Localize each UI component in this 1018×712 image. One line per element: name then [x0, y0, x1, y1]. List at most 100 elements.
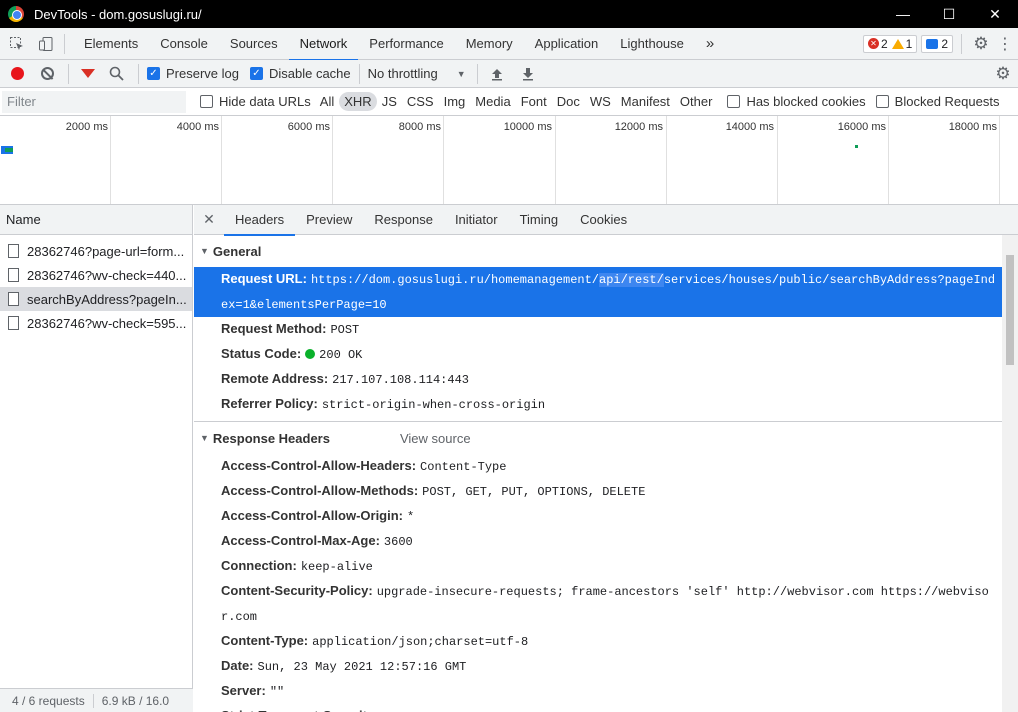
request-name: 28362746?wv-check=595...	[27, 315, 187, 331]
header-name: Access-Control-Allow-Headers:	[221, 458, 417, 473]
tab-response[interactable]: Response	[363, 205, 444, 235]
disable-cache-checkbox[interactable]: ✓	[249, 67, 263, 80]
throttling-select[interactable]: No throttling	[368, 66, 438, 81]
minimize-button[interactable]: —	[880, 0, 926, 28]
header-row: Access-Control-Max-Age: 3600	[194, 529, 1002, 554]
toolbar-separator	[138, 63, 139, 84]
filter-type-all[interactable]: All	[315, 92, 339, 111]
blocked-requests-checkbox[interactable]	[875, 95, 889, 108]
timeline-request-dot	[855, 145, 858, 148]
response-headers-list: Access-Control-Allow-Headers: Content-Typ…	[194, 454, 1002, 712]
header-value: Content-Type	[420, 460, 507, 474]
request-name: 28362746?wv-check=440...	[27, 267, 187, 283]
filter-type-css[interactable]: CSS	[402, 92, 439, 111]
header-value: 217.107.108.114:443	[332, 373, 469, 387]
request-name: 28362746?page-url=form...	[27, 243, 185, 259]
timeline-gridline	[555, 116, 556, 204]
response-headers-section-header[interactable]: ▼ Response Headers View source	[194, 422, 1002, 454]
close-detail-icon[interactable]: ✕	[194, 205, 224, 235]
close-window-button[interactable]: ✕	[972, 0, 1018, 28]
header-name: Remote Address:	[221, 371, 329, 386]
tab-initiator[interactable]: Initiator	[444, 205, 509, 235]
export-har-icon[interactable]	[517, 67, 539, 81]
header-row: Referrer Policy: strict-origin-when-cross…	[194, 392, 1002, 417]
request-row-selected[interactable]: searchByAddress?pageIn...	[0, 287, 192, 311]
vertical-scrollbar[interactable]	[1002, 235, 1018, 712]
tab-memory[interactable]: Memory	[455, 28, 524, 60]
tab-network[interactable]: Network	[288, 28, 359, 61]
request-name: searchByAddress?pageIn...	[27, 291, 187, 307]
request-row[interactable]: 28362746?page-url=form...	[0, 239, 192, 263]
settings-gear-icon[interactable]: ⚙	[970, 34, 992, 54]
filter-funnel-icon[interactable]	[81, 69, 95, 78]
clear-icon[interactable]	[41, 67, 54, 80]
filter-type-other[interactable]: Other	[675, 92, 718, 111]
header-row: Status Code: 200 OK	[194, 342, 1002, 367]
header-name: Referrer Policy:	[221, 396, 318, 411]
filter-type-img[interactable]: Img	[439, 92, 471, 111]
timeline-gridline	[999, 116, 1000, 204]
filter-type-manifest[interactable]: Manifest	[616, 92, 675, 111]
filter-type-font[interactable]: Font	[516, 92, 552, 111]
device-toolbar-icon[interactable]	[34, 36, 58, 52]
tab-performance[interactable]: Performance	[358, 28, 454, 60]
toolbar-separator	[68, 63, 69, 84]
network-settings-gear-icon[interactable]: ⚙	[988, 64, 1018, 84]
timeline-tick-label: 4000 ms	[176, 121, 219, 133]
filter-type-media[interactable]: Media	[470, 92, 515, 111]
view-source-link[interactable]: View source	[400, 431, 471, 446]
throttling-dropdown-icon[interactable]: ▼	[457, 69, 466, 79]
request-count: 4 / 6 requests	[12, 693, 85, 708]
tab-preview[interactable]: Preview	[295, 205, 363, 235]
tab-cookies[interactable]: Cookies	[569, 205, 638, 235]
scrollbar-thumb[interactable]	[1006, 255, 1014, 365]
status-separator	[92, 693, 94, 708]
import-har-icon[interactable]	[486, 67, 508, 81]
tab-application[interactable]: Application	[524, 28, 610, 60]
header-row: Date: Sun, 23 May 2021 12:57:16 GMT	[194, 654, 1002, 679]
filter-type-js[interactable]: JS	[377, 92, 402, 111]
request-row[interactable]: 28362746?wv-check=595...	[0, 311, 192, 335]
inspect-element-icon[interactable]	[0, 36, 34, 52]
tab-elements[interactable]: Elements	[73, 28, 149, 60]
header-value: 200 OK	[319, 348, 363, 362]
more-tabs-chevron-icon[interactable]: »	[695, 28, 725, 60]
tab-headers[interactable]: Headers	[224, 205, 296, 236]
header-name: Content-Type:	[221, 633, 309, 648]
more-options-icon[interactable]: ⋮	[992, 34, 1018, 54]
header-row: Connection: keep-alive	[194, 554, 1002, 579]
header-value: POST	[330, 323, 360, 337]
search-icon[interactable]	[109, 66, 124, 81]
response-headers-title: Response Headers	[212, 430, 330, 446]
timeline-gridline	[888, 116, 889, 204]
header-value: strict-origin-when-cross-origin	[321, 398, 546, 412]
request-url-row[interactable]: Request URL: https://dom.gosuslugi.ru/hom…	[194, 267, 1002, 317]
header-value: ""	[269, 685, 285, 699]
name-column-header[interactable]: Name	[0, 205, 192, 235]
header-row: Strict-Transport-Security:max-age=160704…	[194, 704, 1002, 712]
error-count: 2	[880, 36, 888, 51]
tab-console[interactable]: Console	[149, 28, 219, 60]
timeline-gridline	[666, 116, 667, 204]
tab-lighthouse[interactable]: Lighthouse	[609, 28, 695, 60]
request-row[interactable]: 28362746?wv-check=440...	[0, 263, 192, 287]
filter-type-ws[interactable]: WS	[585, 92, 616, 111]
record-button[interactable]	[11, 67, 24, 80]
filter-type-doc[interactable]: Doc	[552, 92, 585, 111]
tab-sources[interactable]: Sources	[219, 28, 289, 60]
filter-type-xhr[interactable]: XHR	[339, 92, 377, 111]
general-section-header[interactable]: ▼ General	[194, 235, 1002, 267]
messages-counter[interactable]: 2	[921, 34, 953, 53]
error-icon: ✕	[867, 38, 879, 49]
warning-count: 1	[905, 36, 913, 51]
preserve-log-checkbox[interactable]: ✓	[147, 67, 160, 80]
tab-timing[interactable]: Timing	[509, 205, 570, 235]
maximize-button[interactable]: ☐	[926, 0, 972, 28]
network-overview-timeline[interactable]: 2000 ms 4000 ms 6000 ms 8000 ms 10000 ms…	[0, 116, 1018, 205]
timeline-tick-label: 12000 ms	[614, 121, 663, 133]
filter-input[interactable]: Filter	[2, 90, 186, 113]
network-toolbar: ✓ Preserve log ✓ Disable cache No thrott…	[0, 60, 1018, 88]
has-blocked-cookies-checkbox[interactable]	[727, 95, 741, 108]
issues-counter[interactable]: ✕ 2 1	[862, 34, 918, 53]
hide-data-urls-checkbox[interactable]	[200, 95, 213, 108]
